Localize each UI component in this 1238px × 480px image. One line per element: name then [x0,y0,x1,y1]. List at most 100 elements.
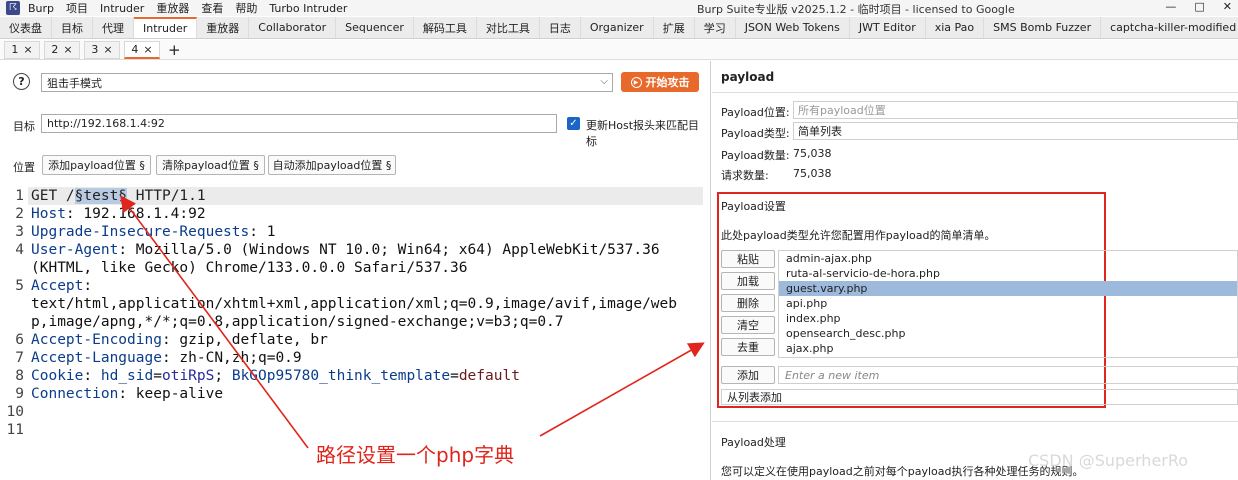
load-button[interactable]: 加载 [721,272,775,290]
attack-tab-label: 3 [91,43,99,56]
module-tab[interactable]: JWT Editor [850,17,926,38]
deduplicate-button[interactable]: 去重 [721,338,775,356]
play-icon: ▶ [630,76,642,88]
payload-marker: §test§ [74,188,128,204]
module-tab[interactable]: Collaborator [249,17,337,38]
start-attack-label: 开始攻击 [645,76,690,89]
auto-add-payload-position-button[interactable]: 自动添加payload位置 § [268,155,396,175]
module-tab[interactable]: xia Pao [926,17,985,38]
module-tab[interactable]: 仪表盘 [0,17,52,38]
tab-close-icon[interactable]: × [23,43,32,56]
add-tab-icon[interactable]: + [168,41,181,59]
line-number: 6 [15,332,24,348]
attack-tab-3[interactable]: 3 × [84,40,120,59]
module-tab[interactable]: 重放器 [197,17,250,38]
payload-list-item[interactable]: index.php [779,311,1237,326]
menu-turbo-intruder[interactable]: Turbo Intruder [269,2,347,15]
module-tab[interactable]: 解码工具 [414,17,477,38]
request-line: Accept: [31,277,92,295]
chevron-down-icon: ⌵ [600,76,608,87]
attack-tab-1[interactable]: 1 × [4,40,40,59]
target-url-input[interactable]: http://192.168.1.4:92 [41,114,557,133]
request-line: Upgrade-Insecure-Requests: 1 [31,223,275,241]
request-line: User-Agent: Mozilla/5.0 (Windows NT 10.0… [31,241,660,259]
request-token: default [458,368,520,384]
menu-bar: ☈ Burp 项目 Intruder 重放器 查看 帮助 Turbo Intru… [0,0,1238,16]
remove-button[interactable]: 删除 [721,294,775,312]
request-token: : zh-CN,zh;q=0.9 [161,350,302,366]
module-tab[interactable]: Intruder [134,17,198,38]
payload-settings-title: Payload设置 [721,200,786,213]
attack-type-select[interactable]: 狙击手模式 ⌵ [41,73,613,92]
payload-list-item[interactable]: opensearch_desc.php [779,326,1237,341]
request-token: : [83,278,93,294]
attack-tab-2[interactable]: 2 × [44,40,80,59]
module-tab[interactable]: captcha-killer-modified [1101,17,1238,38]
request-line: GET /§test§ HTTP/1.1 [31,187,206,205]
clear-payload-position-button[interactable]: 清除payload位置 § [156,155,265,175]
payload-list-item[interactable]: wiz_ext.php [779,356,1237,357]
payload-settings-desc: 此处payload类型允许您配置用作payload的简单清单。 [721,229,996,242]
clear-button[interactable]: 清空 [721,316,775,334]
menu-project[interactable]: 项目 [66,0,88,16]
request-token: HTTP/1.1 [127,188,206,204]
request-token: Connection [31,386,119,402]
module-tab[interactable]: 对比工具 [477,17,540,38]
payload-type-label: Payload类型: [721,127,790,140]
module-tab[interactable]: 代理 [93,17,134,38]
module-tab[interactable]: 学习 [695,17,736,38]
update-host-checkbox[interactable]: ✓ [567,117,580,130]
module-tab[interactable]: 目标 [52,17,93,38]
request-line: Cookie: hd_sid=otiRpS; BkGOp95780_think_… [31,367,520,385]
payload-list-item[interactable]: ruta-al-servicio-de-hora.php [779,266,1237,281]
paste-button[interactable]: 粘贴 [721,250,775,268]
request-editor[interactable]: 1 GET /§test§ HTTP/1.1 2 Host: 192.168.1.4:… [0,187,711,480]
tab-close-icon[interactable]: × [103,43,112,56]
watermark: CSDN @SuperherRo [1028,451,1189,470]
module-tab[interactable]: Organizer [581,17,654,38]
menu-view[interactable]: 查看 [201,0,223,16]
payload-type-select[interactable]: 简单列表 [793,122,1238,140]
request-line: text/html,application/xhtml+xml,applicat… [31,295,677,313]
payload-list-item[interactable]: admin-ajax.php [779,251,1237,266]
request-token: BkGOp95780_think_template [231,368,451,384]
request-line: p,image/apng,*/*;q=0.8,application/signe… [31,313,564,331]
module-tab[interactable]: 扩展 [654,17,695,38]
line-number: 1 [15,188,24,204]
help-icon[interactable]: ? [13,73,30,90]
menu-help[interactable]: 帮助 [235,0,257,16]
add-payload-position-button[interactable]: 添加payload位置 § [42,155,151,175]
payload-list-item[interactable]: api.php [779,296,1237,311]
payload-list-item[interactable]: ajax.php [779,341,1237,356]
module-tab[interactable]: 日志 [540,17,581,38]
attack-tab-label: 2 [51,43,59,56]
payload-list[interactable]: admin-ajax.php ruta-al-servicio-de-hora.p… [778,250,1238,358]
payload-list-item[interactable]: guest.vary.php [779,281,1237,296]
menu-intruder[interactable]: Intruder [100,2,144,15]
close-icon[interactable]: ✕ [1223,0,1232,13]
module-tab[interactable]: Sequencer [336,17,414,38]
start-attack-button[interactable]: ▶ 开始攻击 [621,72,699,92]
request-token: : Mozilla/5.0 (Windows NT 10.0; Win64; x… [118,242,660,258]
request-token: Accept-Language [31,350,162,366]
tab-close-icon[interactable]: × [143,43,152,56]
tab-close-icon[interactable]: × [63,43,72,56]
payload-position-select[interactable]: 所有payload位置 [793,101,1238,119]
request-token: : keep-alive [118,386,224,402]
module-tab[interactable]: JSON Web Tokens [736,17,850,38]
maximize-icon[interactable]: □ [1194,0,1204,13]
menu-burp[interactable]: Burp [28,2,54,15]
request-token: : [83,368,101,384]
add-from-list-select[interactable]: 从列表添加 [721,389,1238,405]
request-token: : 192.168.1.4:92 [65,206,206,222]
attack-tab-label: 4 [131,42,139,56]
target-label: 目标 [13,120,35,133]
attack-tab-4[interactable]: 4 × [124,40,160,59]
add-button[interactable]: 添加 [721,366,775,384]
minimize-icon[interactable]: — [1165,0,1176,13]
new-item-input[interactable]: Enter a new item [778,366,1238,384]
request-token: text/html,application/xhtml+xml,applicat… [31,296,678,312]
module-tab[interactable]: SMS Bomb Fuzzer [984,17,1102,38]
line-number: 4 [15,242,24,258]
menu-repeater[interactable]: 重放器 [156,0,189,16]
